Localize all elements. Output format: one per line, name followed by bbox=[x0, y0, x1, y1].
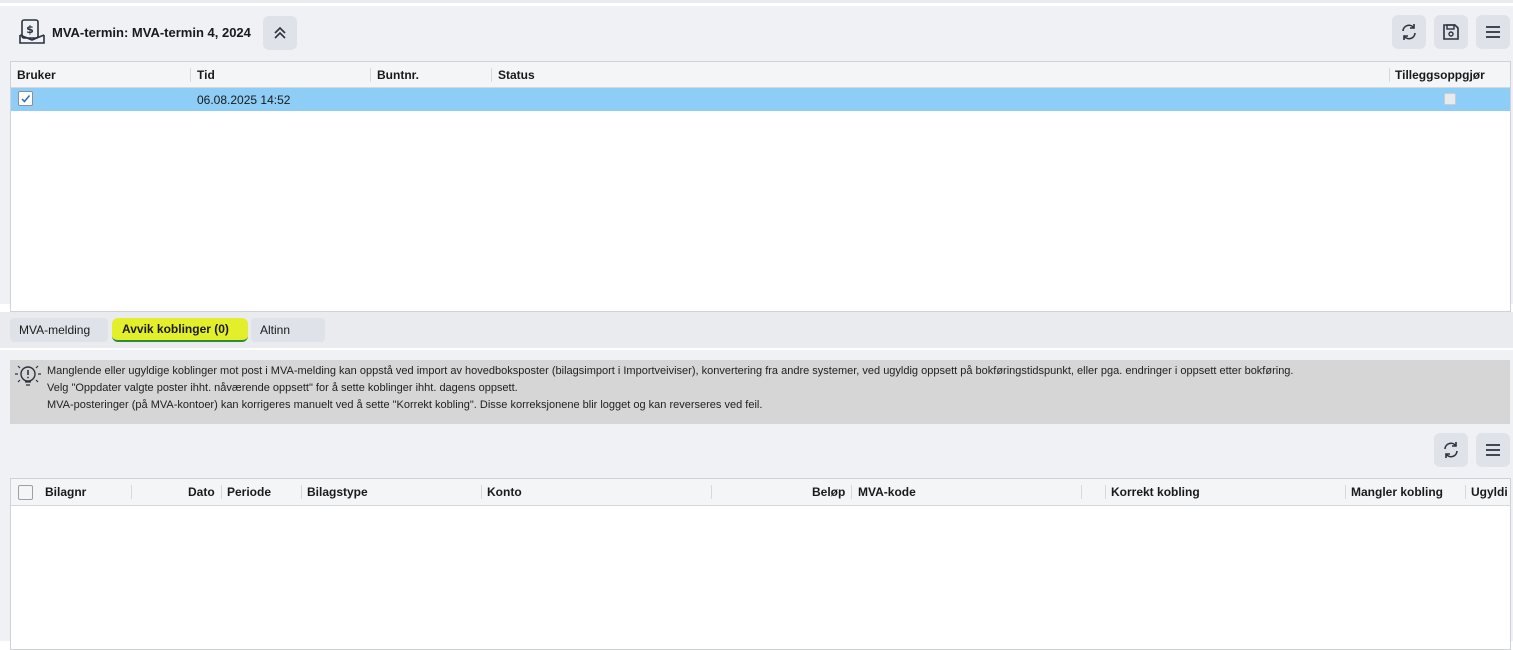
supplementary-checkbox[interactable] bbox=[1444, 93, 1456, 105]
column-divider[interactable] bbox=[1465, 485, 1466, 499]
tab-mva-melding[interactable]: MVA-melding bbox=[10, 318, 108, 342]
select-all-checkbox[interactable] bbox=[18, 485, 33, 500]
collapse-chevrons-icon bbox=[274, 26, 286, 39]
refresh-icon bbox=[1444, 442, 1458, 458]
grid-header: Bruker Tid Buntnr. Status Tilleggsoppgjø… bbox=[11, 62, 1510, 88]
tab-bar: MVA-melding Avvik koblinger (0) Altinn bbox=[0, 312, 1513, 348]
grid-header: Bilagnr Dato Periode Bilagstype Konto Be… bbox=[11, 479, 1510, 506]
tab-avvik-koblinger[interactable]: Avvik koblinger (0) bbox=[112, 318, 248, 342]
tax-document-icon: $ bbox=[18, 18, 46, 46]
column-header[interactable]: Tid bbox=[197, 68, 215, 82]
deviation-grid: Bilagnr Dato Periode Bilagstype Konto Be… bbox=[10, 478, 1511, 650]
column-divider[interactable] bbox=[1081, 485, 1082, 499]
refresh-button[interactable] bbox=[1434, 433, 1468, 467]
save-icon bbox=[1443, 24, 1459, 40]
menu-button[interactable] bbox=[1476, 15, 1510, 49]
tab-label: Avvik koblinger (0) bbox=[122, 322, 229, 336]
menu-icon bbox=[1486, 26, 1500, 38]
collapse-button[interactable] bbox=[263, 16, 297, 50]
column-header[interactable]: Buntnr. bbox=[377, 68, 419, 82]
column-header[interactable]: Bruker bbox=[17, 68, 56, 82]
column-divider[interactable] bbox=[221, 485, 222, 499]
column-divider[interactable] bbox=[481, 485, 482, 499]
column-header[interactable]: Status bbox=[498, 68, 535, 82]
time-cell: 06.08.2025 14:52 bbox=[197, 93, 291, 107]
column-header[interactable]: Bilagstype bbox=[307, 485, 368, 499]
column-header[interactable]: Tilleggsoppgjør bbox=[1395, 68, 1485, 82]
info-text: MVA-posteringer (på MVA-kontoer) kan kor… bbox=[47, 399, 763, 411]
row-checkbox[interactable] bbox=[18, 91, 33, 106]
info-text: Manglende eller ugyldige koblinger mot p… bbox=[47, 365, 1294, 377]
table-row[interactable]: 06.08.2025 14:52 bbox=[11, 88, 1510, 111]
refresh-icon bbox=[1402, 24, 1416, 40]
top-divider bbox=[0, 0, 1513, 3]
column-divider[interactable] bbox=[131, 485, 132, 499]
tab-label: Altinn bbox=[260, 323, 291, 337]
column-header[interactable]: Korrekt kobling bbox=[1111, 485, 1200, 499]
column-divider[interactable] bbox=[1345, 485, 1346, 499]
svg-text:$: $ bbox=[26, 23, 34, 36]
column-divider[interactable] bbox=[301, 485, 302, 499]
column-header[interactable]: Beløp bbox=[812, 485, 845, 499]
column-divider[interactable] bbox=[370, 68, 371, 82]
refresh-button[interactable] bbox=[1392, 15, 1426, 49]
column-divider[interactable] bbox=[1389, 68, 1390, 82]
column-header[interactable]: Mangler kobling bbox=[1351, 485, 1443, 499]
submission-grid: Bruker Tid Buntnr. Status Tilleggsoppgjø… bbox=[10, 61, 1511, 312]
check-icon bbox=[21, 95, 31, 103]
column-divider[interactable] bbox=[491, 68, 492, 82]
column-divider[interactable] bbox=[711, 485, 712, 499]
column-header[interactable]: Periode bbox=[227, 485, 271, 499]
tab-label: MVA-melding bbox=[19, 323, 91, 337]
column-header[interactable]: Konto bbox=[487, 485, 522, 499]
info-box: Manglende eller ugyldige koblinger mot p… bbox=[10, 360, 1510, 424]
column-header[interactable]: Bilagnr bbox=[45, 485, 86, 499]
tab-altinn[interactable]: Altinn bbox=[251, 318, 325, 342]
info-text: Velg "Oppdater valgte poster ihht. nåvær… bbox=[47, 382, 518, 394]
column-header[interactable]: Dato bbox=[188, 485, 215, 499]
lightbulb-icon bbox=[15, 365, 41, 386]
column-divider[interactable] bbox=[190, 68, 191, 82]
column-header[interactable]: Ugyldi bbox=[1471, 485, 1508, 499]
column-header[interactable]: MVA-kode bbox=[858, 485, 916, 499]
save-button[interactable] bbox=[1434, 15, 1468, 49]
column-divider[interactable] bbox=[851, 485, 852, 499]
column-divider[interactable] bbox=[1105, 485, 1106, 499]
page-title: MVA-termin: MVA-termin 4, 2024 bbox=[52, 25, 251, 40]
menu-icon bbox=[1486, 444, 1500, 456]
menu-button[interactable] bbox=[1476, 433, 1510, 467]
